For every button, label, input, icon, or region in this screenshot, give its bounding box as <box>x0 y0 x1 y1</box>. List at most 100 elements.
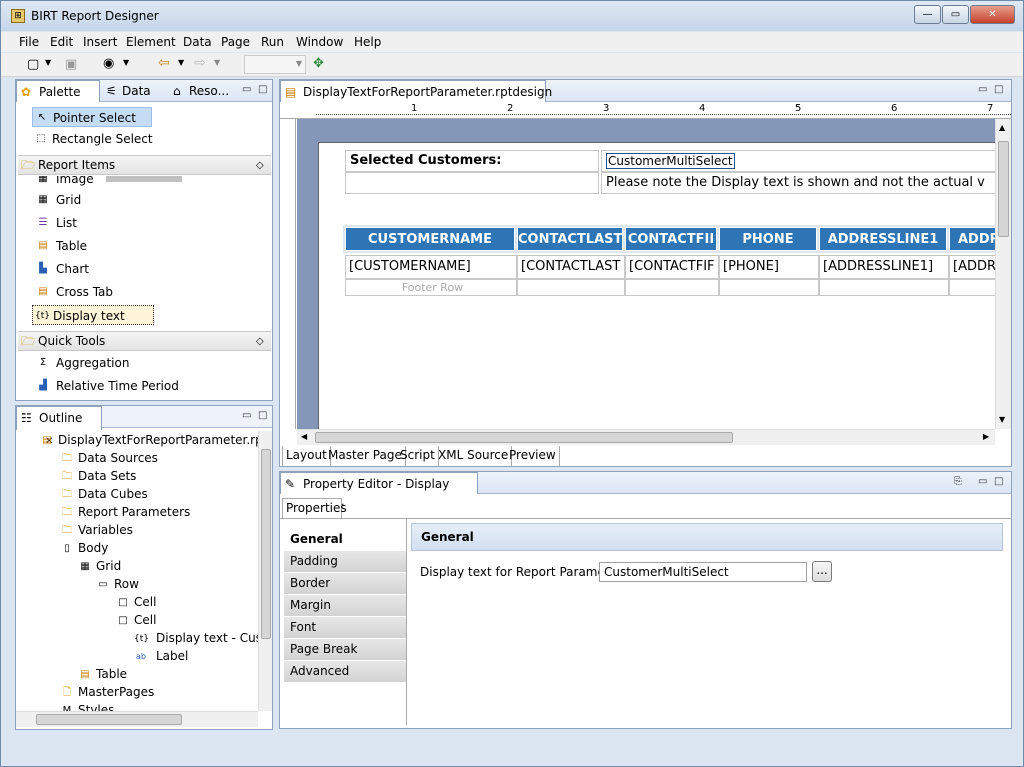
menu-data[interactable]: Data <box>183 35 212 49</box>
menu-window[interactable]: Window <box>296 35 343 49</box>
tree-variables[interactable]: 🗀 Variables <box>60 521 133 539</box>
tree-report-parameters[interactable]: 🗀 Report Parameters <box>60 503 190 521</box>
display-text-element[interactable]: CustomerMultiSelect <box>606 153 735 169</box>
editor-vertical-scrollbar[interactable]: ▲ ▼ <box>995 119 1011 429</box>
tab-property-editor[interactable]: ✎ Property Editor - Display text ✕ <box>280 472 478 513</box>
back-dropdown-icon[interactable]: ▼ <box>178 58 184 67</box>
table-header-cell[interactable]: CUSTOMERNAME <box>345 227 515 251</box>
tree-data-sources[interactable]: 🗀 Data Sources <box>60 449 158 467</box>
table-header-cell[interactable]: CONTACTFII <box>625 227 717 251</box>
rectangle-select-tool[interactable]: ⬚ Rectangle Select <box>32 129 172 149</box>
table-footer-cell[interactable] <box>819 279 949 296</box>
maximize-icon[interactable]: □ <box>258 410 267 421</box>
tree-root[interactable]: ▤DisplayTextForReportParameter.rptde <box>40 431 258 449</box>
table-footer-cell[interactable]: Footer Row <box>345 279 517 296</box>
menu-help[interactable]: Help <box>354 35 381 49</box>
display-text-field[interactable]: CustomerMultiSelect <box>599 562 807 582</box>
zoom-combo[interactable]: ▼ <box>244 55 306 74</box>
menu-element[interactable]: Element <box>126 35 176 49</box>
palette-item-cross-tab[interactable]: ▤ Cross Tab <box>36 282 113 302</box>
maximize-icon[interactable]: □ <box>258 84 267 95</box>
tab-script[interactable]: Script <box>397 446 439 466</box>
report-items-drawer[interactable]: 🗁 Report Items ◇ <box>18 155 271 175</box>
tree-master-pages[interactable]: 🗋 MasterPages <box>60 683 154 701</box>
tab-preview[interactable]: Preview <box>506 446 560 466</box>
table-header-cell[interactable]: ADDRESSLINE1 <box>819 227 947 251</box>
palette-item-table[interactable]: ▤ Table <box>36 236 87 256</box>
menu-insert[interactable]: Insert <box>83 35 117 49</box>
table-footer-cell[interactable] <box>949 279 995 296</box>
maximize-icon[interactable]: □ <box>994 476 1003 487</box>
tree-styles[interactable]: M Styles <box>60 701 115 711</box>
tab-palette[interactable]: ✿ Palette ✕ <box>16 80 100 121</box>
tree-cell[interactable]: □ Cell <box>116 593 156 611</box>
run-report-icon[interactable]: ◉ <box>103 56 114 71</box>
minimize-button[interactable]: — <box>914 5 941 24</box>
drawer-pin-icon[interactable]: ◇ <box>256 156 264 175</box>
table-detail-cell[interactable]: [CONTACTLAST <box>517 255 625 279</box>
design-canvas[interactable]: Selected Customers: CustomerMultiSelect … <box>297 119 995 429</box>
menu-file[interactable]: File <box>19 35 39 49</box>
editor-horizontal-scrollbar[interactable]: ◀ ▶ <box>297 429 995 445</box>
category-border[interactable]: Border <box>284 573 406 595</box>
table-header-cell[interactable]: CONTACTLAST <box>517 227 623 251</box>
minimize-icon[interactable]: ▭ <box>978 84 987 95</box>
category-padding[interactable]: Padding <box>284 551 406 573</box>
palette-item-chart[interactable]: ▙ Chart <box>36 259 89 279</box>
tab-properties[interactable]: Properties <box>282 498 347 518</box>
table-header-cell[interactable]: ADDR <box>949 227 995 251</box>
minimize-icon[interactable]: ▭ <box>978 476 987 487</box>
menu-run[interactable]: Run <box>261 35 284 49</box>
grid-empty-cell[interactable] <box>345 172 599 194</box>
table-detail-cell[interactable]: [CONTACTFIF <box>625 255 719 279</box>
outline-vertical-scrollbar[interactable] <box>258 431 272 711</box>
table-detail-cell[interactable]: [ADDRESSLINE1] <box>819 255 949 279</box>
tree-label[interactable]: ab Label <box>134 647 188 665</box>
save-icon[interactable]: ▣ <box>65 57 77 72</box>
tab-xml-source[interactable]: XML Source <box>435 446 513 466</box>
table-footer-cell[interactable] <box>719 279 819 296</box>
category-page-break[interactable]: Page Break <box>284 639 406 661</box>
new-dropdown-icon[interactable]: ▼ <box>45 58 51 67</box>
maximize-icon[interactable]: □ <box>994 84 1003 95</box>
table-footer-cell[interactable] <box>517 279 625 296</box>
palette-item-list[interactable]: ☰ List <box>36 213 77 233</box>
palette-item-display-text[interactable]: {t} Display text <box>32 305 154 325</box>
forward-dropdown-icon[interactable]: ▼ <box>214 58 220 67</box>
tab-master-page[interactable]: Master Page <box>325 446 406 466</box>
tree-grid[interactable]: ▦ Grid <box>78 557 121 575</box>
palette-item-relative-time-period[interactable]: ▟ Relative Time Period <box>36 376 179 396</box>
category-font[interactable]: Font <box>284 617 406 639</box>
table-detail-cell[interactable]: [CUSTOMERNAME] <box>345 255 517 279</box>
category-general[interactable]: General <box>284 529 406 551</box>
palette-item-grid[interactable]: ▦ Grid <box>36 190 81 210</box>
tree-display-text[interactable]: {t}Display text - Custo <box>134 629 258 647</box>
table-detail-cell[interactable]: [ADDR <box>949 255 995 279</box>
new-icon[interactable]: ▢ <box>27 57 39 72</box>
quick-tools-drawer[interactable]: 🗁 Quick Tools ◇ <box>18 331 271 351</box>
grid-note-cell[interactable]: Please note the Display text is shown an… <box>601 172 995 194</box>
grid-value-cell[interactable]: CustomerMultiSelect <box>601 150 995 172</box>
tree-data-sets[interactable]: 🗀 Data Sets <box>60 467 136 485</box>
forward-icon[interactable]: ⇨ <box>194 55 206 71</box>
close-button[interactable]: ✕ <box>970 5 1015 24</box>
outline-horizontal-scrollbar[interactable] <box>16 711 258 727</box>
category-advanced[interactable]: Advanced <box>284 661 406 683</box>
tab-resource-explorer[interactable]: ⌂ Reso... <box>169 80 239 102</box>
table-footer-cell[interactable] <box>625 279 719 296</box>
scroll-indicator[interactable] <box>106 176 182 182</box>
table-header-cell[interactable]: PHONE <box>719 227 817 251</box>
pin-icon[interactable]: ✥ <box>313 56 324 71</box>
tree-body[interactable]: ▯ Body <box>60 539 108 557</box>
tree-table[interactable]: ▤ Table <box>78 665 127 683</box>
palette-item-aggregation[interactable]: Σ Aggregation <box>36 353 130 373</box>
minimize-icon[interactable]: ▭ <box>242 84 251 95</box>
tree-row[interactable]: ▭ Row <box>96 575 139 593</box>
tree-cell[interactable]: □ Cell <box>116 611 156 629</box>
pointer-select-tool[interactable]: ↖ Pointer Select <box>32 107 152 127</box>
run-dropdown-icon[interactable]: ▼ <box>123 58 129 67</box>
tree-data-cubes[interactable]: 🗀 Data Cubes <box>60 485 148 503</box>
tab-outline[interactable]: ☷ Outline ✕ <box>16 406 102 447</box>
grid-label-cell[interactable]: Selected Customers: <box>345 150 599 172</box>
menu-edit[interactable]: Edit <box>50 35 73 49</box>
